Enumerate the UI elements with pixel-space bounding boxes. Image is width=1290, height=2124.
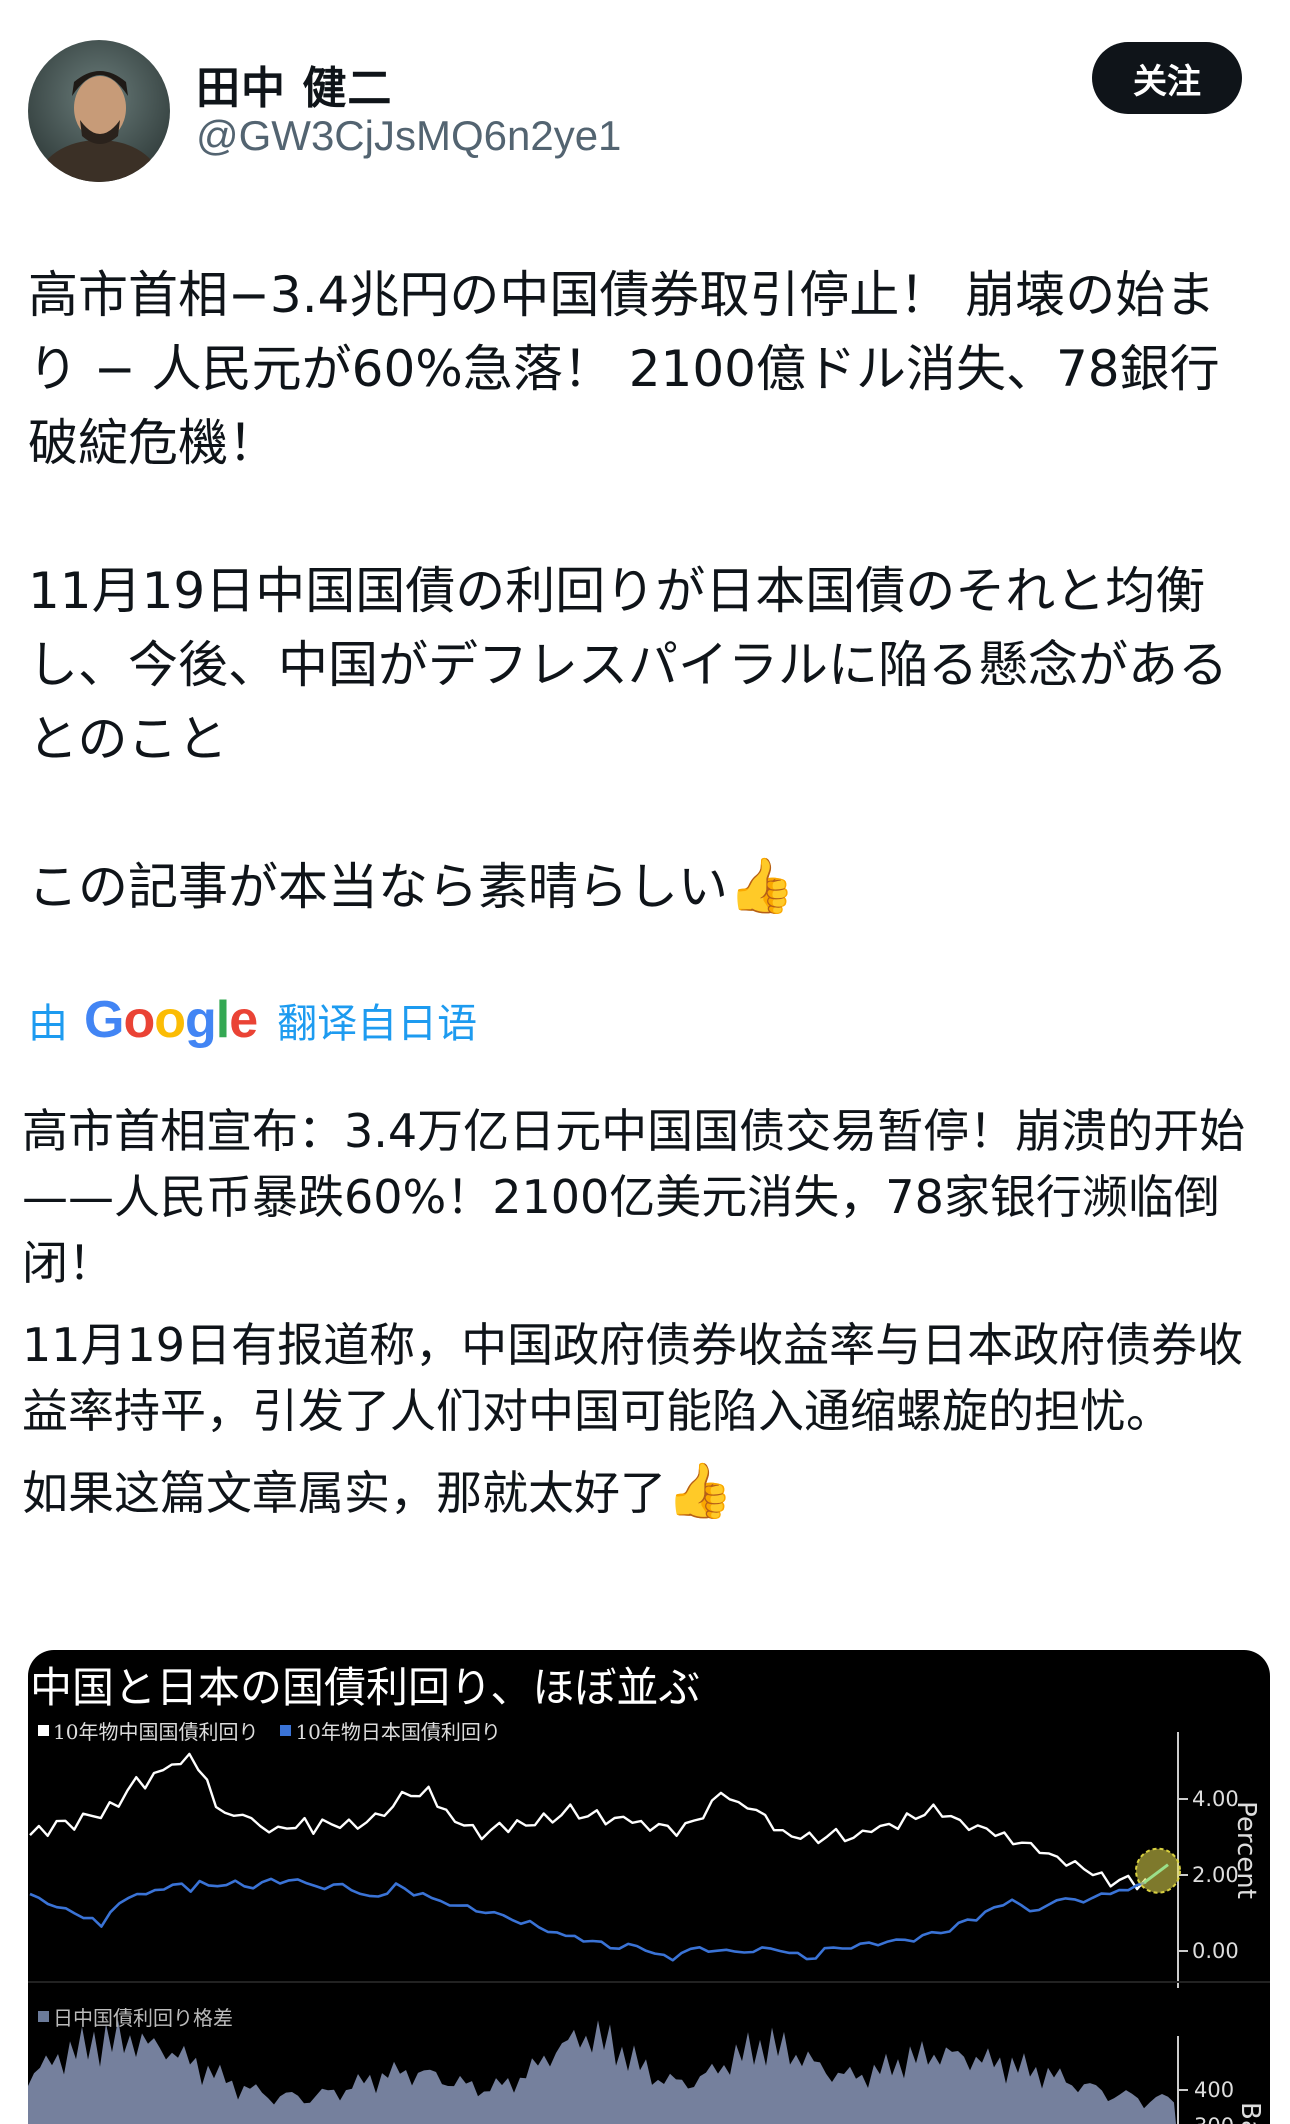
- avatar[interactable]: [28, 40, 170, 182]
- legend-swatch: [38, 2011, 49, 2022]
- spread-area: [28, 2019, 1176, 2124]
- user-handle[interactable]: @GW3CjJsMQ6n2ye1: [196, 112, 621, 160]
- spread-axis-label: Ba: [1235, 2102, 1265, 2124]
- attached-chart-image[interactable]: 中国と日本の国債利回り、ほぼ並ぶ 10年物中国国債利回り 10年物日本国債利回り…: [28, 1650, 1270, 2124]
- series-line-china: [29, 1752, 1147, 1891]
- translated-by-google-link[interactable]: 由 Google 翻译自日语: [28, 990, 477, 1050]
- post-text-body: 高市首相−3.4兆円の中国債券取引停止！ 崩壊の始まり − 人民元が60%急落！…: [28, 266, 1228, 916]
- translated-paragraph: 如果这篇文章属实，那就太好了👍: [22, 1460, 1272, 1526]
- y-axis-label: Percent: [1231, 1801, 1261, 1899]
- post-original-text: 高市首相−3.4兆円の中国債券取引停止！ 崩壊の始まり − 人民元が60%急落！…: [28, 258, 1264, 924]
- translated-paragraph: 高市首相宣布：3.4万亿日元中国国债交易暂停！崩溃的开始——人民币暴跌60%！2…: [22, 1104, 1246, 1290]
- post-header: 田中 健二 @GW3CjJsMQ6n2ye1 关注: [0, 0, 1290, 200]
- translate-prefix: 由: [28, 1001, 68, 1047]
- translate-suffix: 翻译自日语: [277, 1001, 478, 1047]
- spread-legend-label: 日中国債利回り格差: [53, 2006, 233, 2030]
- spread-y-tick-label: 400: [1194, 2078, 1234, 2102]
- chart-plot: 4.002.000.00Percent400300Ba: [28, 1732, 1270, 2124]
- translated-paragraph-text: 如果这篇文章属实，那就太好了: [22, 1466, 666, 1520]
- spread-y-tick-label: 300: [1194, 2114, 1234, 2124]
- y-tick-label: 0.00: [1192, 1939, 1239, 1963]
- translated-text: 高市首相宣布：3.4万亿日元中国国债交易暂停！崩溃的开始——人民币暴跌60%！2…: [22, 1098, 1272, 1542]
- google-logo: Google: [84, 991, 258, 1049]
- display-name[interactable]: 田中 健二: [196, 52, 392, 116]
- spread-legend: 日中国債利回り格差: [38, 2002, 233, 2031]
- translated-paragraph: 11月19日有报道称，中国政府债券收益率与日本政府债券收益率持平，引发了人们对中…: [22, 1318, 1244, 1438]
- follow-button[interactable]: 关注: [1092, 42, 1242, 114]
- thumbs-up-icon: 👍: [666, 1459, 734, 1522]
- series-line-japan: [29, 1877, 1147, 1962]
- thumbs-up-icon: 👍: [728, 854, 796, 917]
